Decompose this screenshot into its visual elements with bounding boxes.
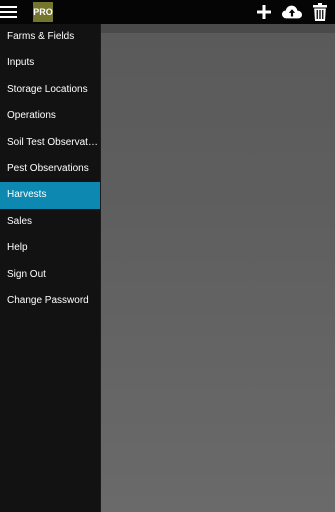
- sidebar-item-sales[interactable]: Sales: [0, 209, 100, 235]
- content-area: [101, 24, 335, 512]
- sidebar-item-storage-locations[interactable]: Storage Locations: [0, 77, 100, 103]
- sidebar-item-change-password[interactable]: Change Password: [0, 288, 100, 314]
- sidebar-item-inputs[interactable]: Inputs: [0, 50, 100, 76]
- navigation-drawer: Farms & Fields Inputs Storage Locations …: [0, 24, 100, 512]
- action-bar: [254, 0, 330, 24]
- cloud-sync-button[interactable]: [282, 0, 302, 24]
- add-button[interactable]: [254, 0, 274, 24]
- delete-button[interactable]: [310, 0, 330, 24]
- sidebar-item-help[interactable]: Help: [0, 235, 100, 261]
- content-header-strip: [101, 24, 335, 33]
- plus-icon: [257, 5, 271, 19]
- sidebar-item-harvests[interactable]: Harvests: [0, 182, 100, 209]
- cloud-upload-icon: [282, 5, 302, 19]
- sidebar-item-pest-observations[interactable]: Pest Observations: [0, 156, 100, 182]
- sidebar-item-operations[interactable]: Operations: [0, 103, 100, 129]
- trash-icon: [313, 3, 327, 21]
- sidebar-item-soil-test-observations[interactable]: Soil Test Observations: [0, 130, 100, 156]
- sidebar-item-farms-fields[interactable]: Farms & Fields: [0, 24, 100, 50]
- hamburger-menu-icon[interactable]: [0, 0, 20, 24]
- sidebar-item-sign-out[interactable]: Sign Out: [0, 262, 100, 288]
- top-app-bar: PRO: [0, 0, 335, 24]
- pro-badge: PRO: [33, 2, 53, 22]
